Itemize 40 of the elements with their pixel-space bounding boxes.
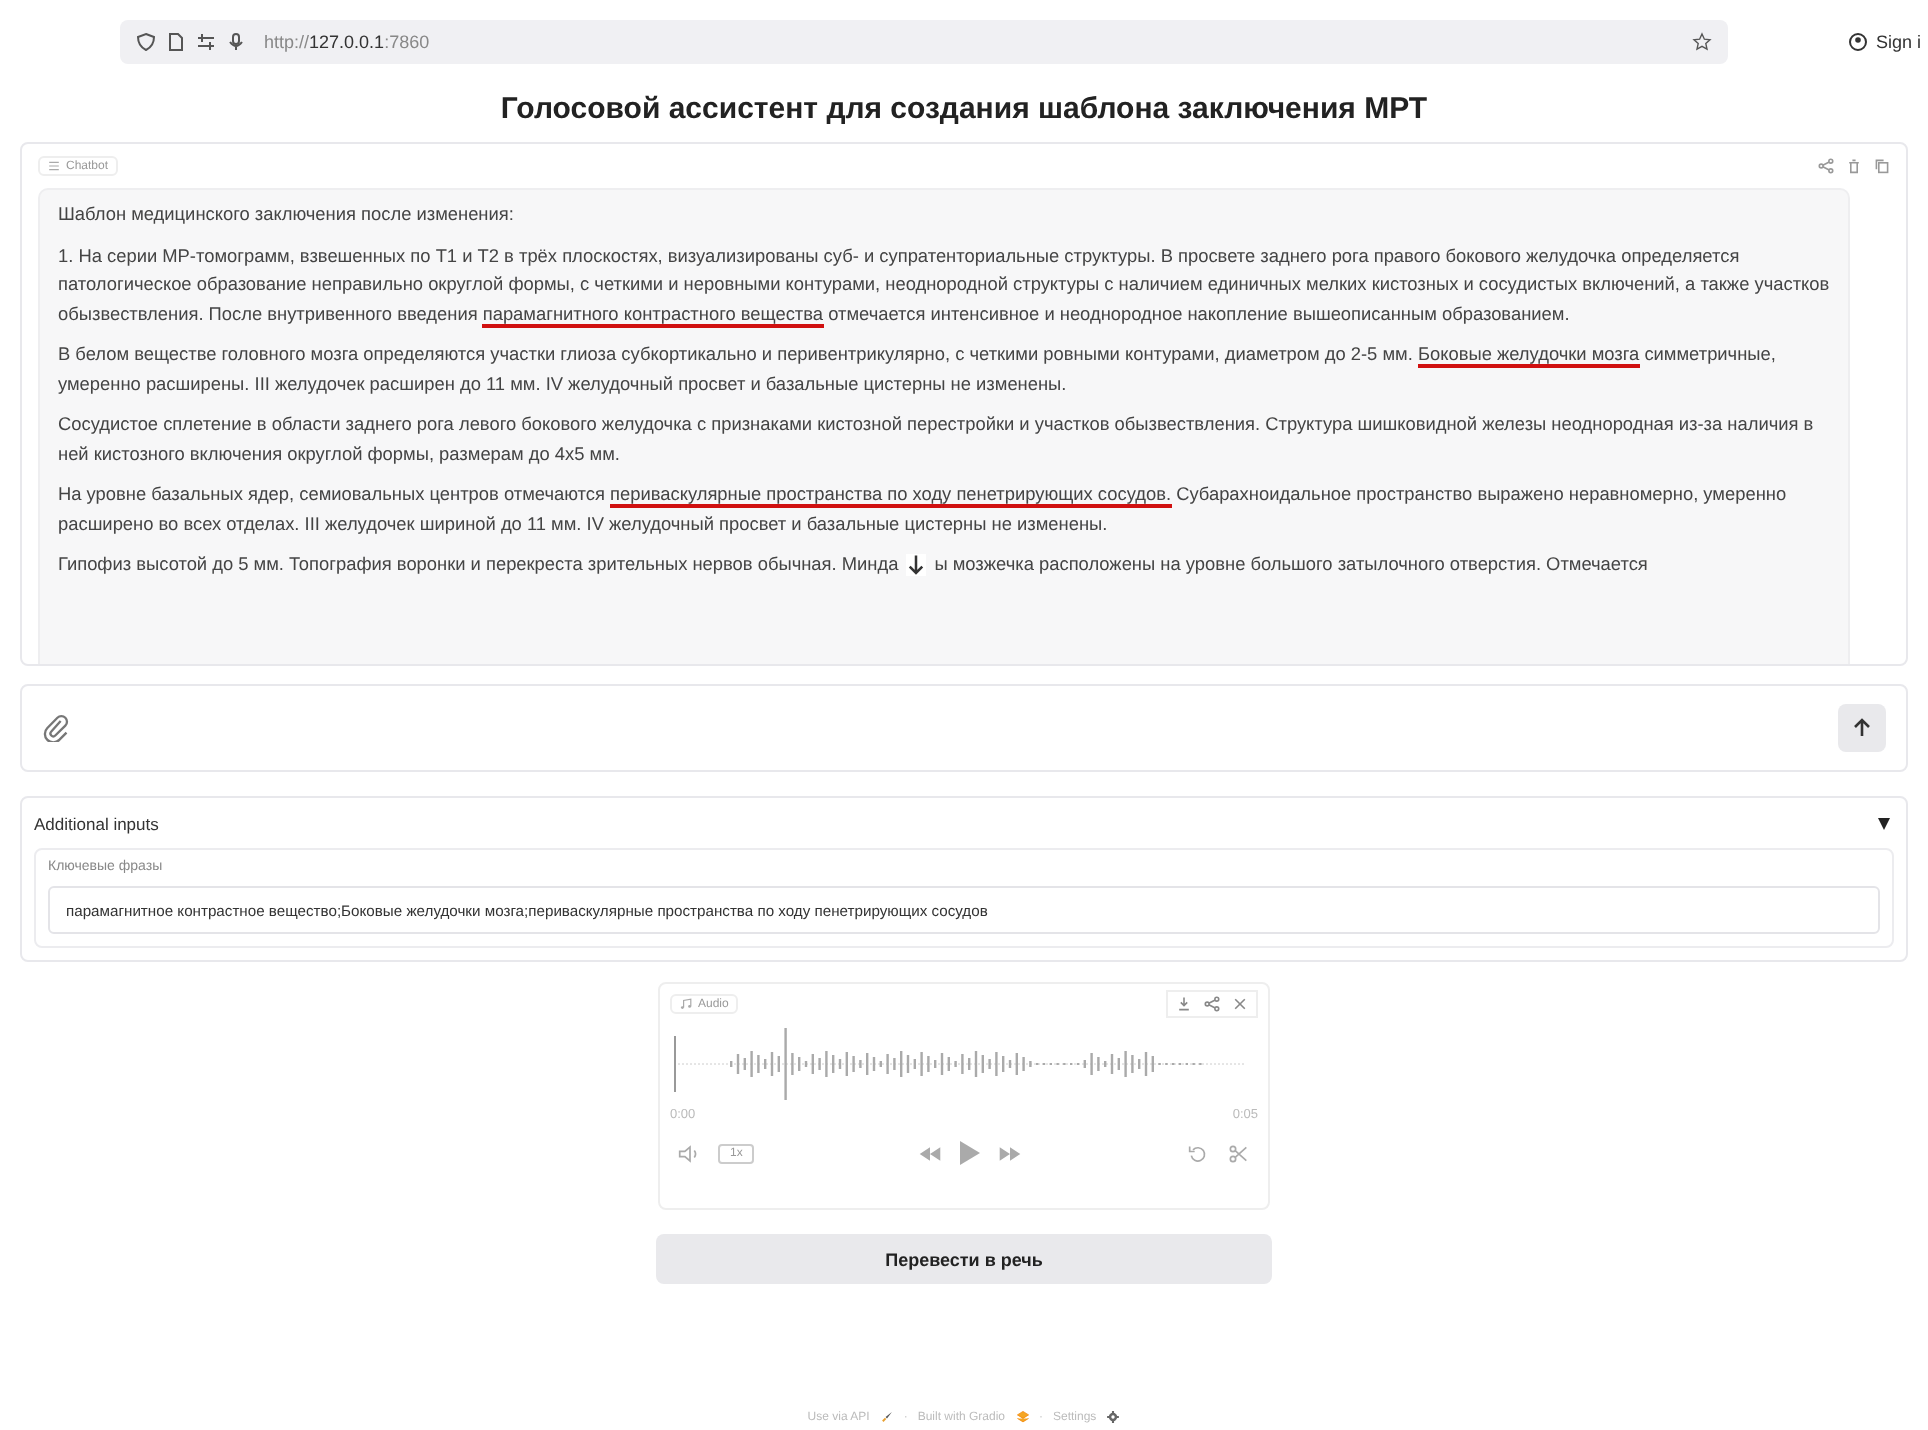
star-icon[interactable] [1692, 32, 1712, 52]
shield-icon [136, 32, 156, 52]
attachment-icon[interactable] [42, 714, 70, 742]
message-paragraph: Сосудистое сплетение в области заднего рога левого бокового желудочка с признаками кистозной перестройки и участков обызвествления. Структура шишковидной железы неоднородная из-за наличия в ней кистозного включения округлой формы, размерам до 4x5 мм. [58, 412, 1816, 468]
rewind-icon[interactable] [918, 1143, 943, 1163]
trash-icon[interactable] [1846, 158, 1862, 174]
gear-icon [1106, 1410, 1121, 1424]
music-note-icon [680, 997, 692, 1010]
play-icon[interactable] [958, 1138, 983, 1168]
address-bar[interactable]: http://127.0.0.1:7860 [120, 20, 1728, 64]
rocket-icon [879, 1410, 894, 1424]
message-input-field[interactable] [20, 684, 1908, 772]
message-paragraph: 1. На серии МР-томограмм, взвешенных по T1 и T2 в трёх плоскостях, визуализированы суб- и супратенториальные структуры. В просвете заднего рога правого бокового желудочка определяется патологическое образование неправильно округлой формы, с четкими и неровными контурами, неоднородной структуры с наличием единичных мелких кистозных и сосудистых включений, а также участков обызвествления. После внутривенного введения парамагнитного контрастного вещества отмечается интенсивное и неоднородное накопление вышеописанным образованием. [58, 243, 1830, 328]
scissors-icon[interactable] [1226, 1143, 1250, 1163]
sign-in-button[interactable]: Sign i [1848, 32, 1928, 52]
undo-icon[interactable] [1186, 1143, 1210, 1163]
url-text: http://127.0.0.1:7860 [264, 32, 430, 52]
arrow-up-icon [1852, 718, 1872, 738]
copy-icon[interactable] [1874, 158, 1890, 174]
message-paragraph: Шаблон медицинского заключения после изменения: [58, 202, 516, 228]
message-paragraph: В белом веществе головного мозга определяются участки глиоза субкортикально и перивентрикулярно, с четкими ровными контурами, диаметром до 2-5 мм. Боковые желудочки мозга симметричные, умеренно расширены. III желудочек расширен до 11 мм. IV желудочный просвет и базальные цистерны не изменены. [58, 342, 1778, 398]
sign-in-text: Sign i [1876, 32, 1922, 52]
volume-icon[interactable] [678, 1143, 702, 1163]
fast-forward-icon[interactable] [998, 1143, 1023, 1163]
download-icon[interactable] [1176, 996, 1192, 1012]
message-paragraph: На уровне базальных ядер, семиовальных центров отмечаются периваскулярные пространства по ходу пенетрирующих сосудов. Субарахноидальное пространство выражено неравномерно, умеренно расширено во всех отделах. III желудочек шириной до 11 мм. IV желудочный просвет и базальные цистерны не изменены. [58, 482, 1789, 538]
scroll-down-icon[interactable] [906, 554, 927, 577]
share-icon[interactable] [1204, 996, 1220, 1012]
message-paragraph: Гипофиз высотой до 5 мм. Топография воронки и перекреста зрительных нервов обычная. Минда ы мозжечка расположены на уровне большого затылочного отверстия. Отмечается [58, 552, 1650, 579]
additional-inputs-toggle[interactable]: Additional inputs [34, 810, 1894, 838]
chat-icon [48, 159, 60, 172]
send-button[interactable] [1838, 704, 1886, 752]
account-icon [1848, 32, 1868, 52]
page-icon [166, 32, 186, 52]
share-icon[interactable] [1818, 158, 1834, 174]
close-icon[interactable] [1232, 996, 1248, 1012]
convert-to-speech-button[interactable]: Перевести в речь [656, 1234, 1272, 1284]
page-title: Голосовой ассистент для создания шаблона заключения МРТ [498, 92, 1430, 126]
gradio-logo-icon [1015, 1410, 1029, 1424]
microphone-icon [226, 32, 246, 52]
